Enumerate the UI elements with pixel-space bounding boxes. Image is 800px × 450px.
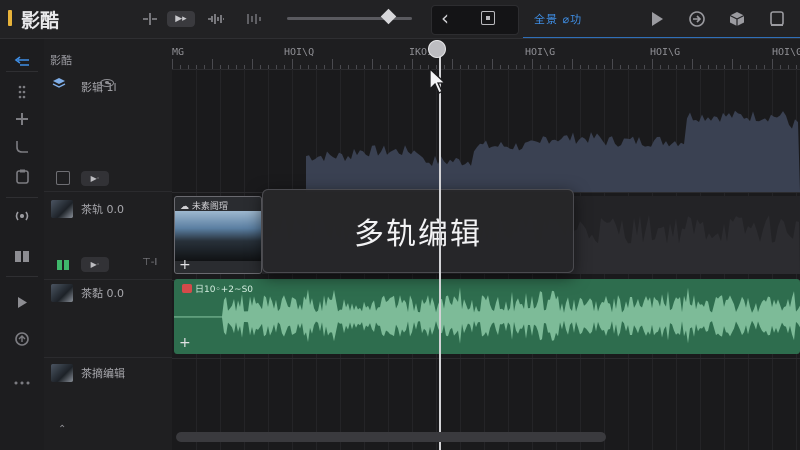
track-2-play-toggle[interactable]: ▶· [81,257,109,272]
waveform-icon[interactable] [205,9,227,29]
track-thumbnail [51,364,73,382]
clipboard-icon[interactable] [0,165,44,187]
curve-icon[interactable] [0,136,44,158]
playhead-handle[interactable] [428,40,446,58]
back-arrow-icon[interactable] [0,51,44,73]
frame-icon[interactable] [481,11,495,25]
play-icon[interactable]: ▶▸ [167,11,195,27]
grip-icon[interactable] [0,81,44,103]
track-1-play-toggle[interactable]: ▶· [81,171,109,186]
track-header-audio[interactable]: 茶黏 0.0 [44,280,172,358]
track-name: 茶摘编辑 [81,367,125,380]
play-icon[interactable] [644,6,670,32]
top-toolbar: 影酷 ▶▸ ‹ 全景 ⌀功 [0,0,800,39]
track-marker: ⊤-I [142,257,158,268]
feature-title: 多轨编辑 [354,217,482,252]
view-tabs[interactable]: 全景 ⌀功 [534,11,582,27]
toolbar-accent-line [523,37,800,38]
eye-icon[interactable] [100,79,114,87]
level-icon [57,260,70,270]
window-icon[interactable] [764,6,790,32]
app-title: 影酷 [21,10,60,32]
video-clip-title: ☁ 未素阁瑁 [180,202,228,212]
layers-icon [52,77,66,89]
mouse-cursor-icon [429,68,447,94]
plus-icon[interactable] [0,108,44,130]
track-thumbnail [51,200,73,218]
track-header-edit[interactable]: 茶摘编辑 [44,358,172,450]
video-clip[interactable]: ☁ 未素阁瑁 + [174,196,262,274]
track-name: 茶轨 0.0 [81,203,124,216]
chevron-left-icon[interactable]: ‹ [441,6,449,30]
left-tool-rail [0,39,45,450]
zoom-slider-knob[interactable] [380,8,397,25]
collapse-handle[interactable]: ⌃ [58,424,66,435]
column-title: 影酷 [50,54,72,67]
play-icon[interactable] [0,291,44,313]
add-clip-icon[interactable]: + [179,335,191,351]
track-name: 茶黏 0.0 [81,287,124,300]
app-accent-bar [8,10,12,26]
trim-icon[interactable] [243,9,265,29]
video-clip-thumbnail [175,211,261,261]
add-clip-icon[interactable]: + [179,257,191,273]
sync-icon[interactable] [0,328,44,350]
track-thumbnail [51,284,73,302]
grid-icon[interactable] [56,171,70,185]
split-icon[interactable] [139,9,161,29]
box-icon[interactable] [724,6,750,32]
book-icon[interactable] [0,245,44,267]
audio-clip[interactable]: 日10◦+2~S0 + [174,279,800,354]
video-track-waveform [306,110,800,192]
more-icon[interactable] [0,372,44,394]
feature-title-card: 多轨编辑 [262,189,574,273]
horizontal-scrollbar[interactable] [176,432,606,442]
playhead[interactable] [439,47,441,450]
broadcast-icon[interactable] [0,205,44,227]
export-icon[interactable] [684,6,710,32]
audio-waveform [174,287,800,344]
